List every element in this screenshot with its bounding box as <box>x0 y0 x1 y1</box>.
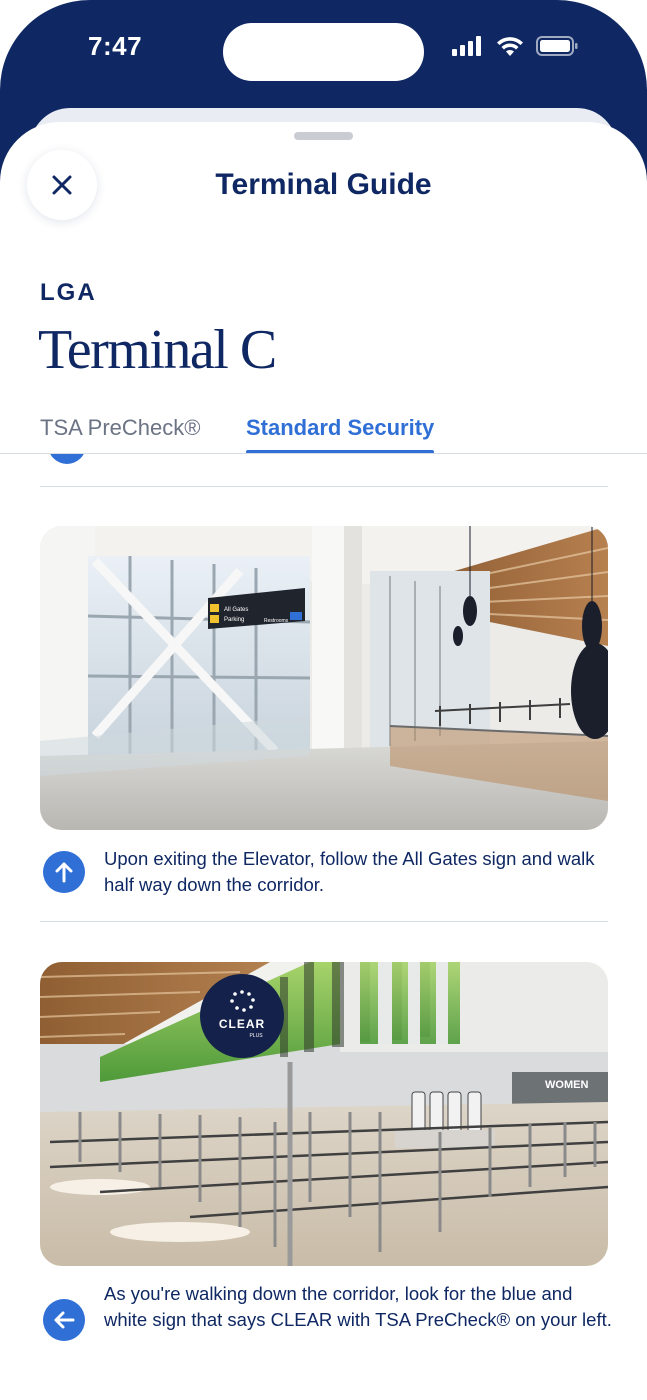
arrow-up-icon <box>55 862 73 883</box>
sign-all-gates: All Gates <box>224 607 248 613</box>
clear-sign-label: CLEAR <box>219 1017 265 1031</box>
terminal-name: Terminal C <box>38 319 277 381</box>
airport-code: LGA <box>40 279 97 306</box>
tab-standard-security[interactable]: Standard Security <box>246 415 434 441</box>
step-divider <box>40 921 608 922</box>
previous-step-clipped <box>44 454 604 468</box>
arrow-left-icon <box>54 1311 75 1329</box>
step-instruction-text: As you're walking down the corridor, loo… <box>104 1283 612 1330</box>
page-title: Terminal Guide <box>215 168 432 201</box>
restroom-sign: WOMEN <box>545 1079 588 1091</box>
status-bar: 7:47 <box>0 0 647 100</box>
clear-sign-sub: PLUS <box>249 1033 263 1039</box>
battery-icon <box>536 36 578 56</box>
dynamic-island <box>223 23 424 81</box>
step-instruction-text: Upon exiting the Elevator, follow the Al… <box>104 848 595 895</box>
step-photo-elevator-exit: All Gates Parking Restrooms <box>40 526 608 830</box>
direction-step-icon <box>43 851 85 893</box>
step-divider <box>40 486 608 487</box>
terminal-guide-screen: 7:47 Terminal Guide LGA Terminal C TSA P… <box>0 0 647 1400</box>
direction-step-icon <box>43 1299 85 1341</box>
wifi-icon <box>497 36 523 56</box>
sign-restrooms: Restrooms <box>264 618 289 624</box>
tab-tsa-precheck[interactable]: TSA PreCheck® <box>40 415 201 441</box>
step-photo-clear-corridor: WOMEN CLEAR PLUS <box>40 962 608 1266</box>
status-time: 7:47 <box>88 31 143 61</box>
status-icons <box>452 34 578 58</box>
previous-step-icon <box>48 454 86 464</box>
sheet-grabber[interactable] <box>294 132 353 140</box>
security-tabs: TSA PreCheck® Standard Security <box>0 412 647 454</box>
sign-parking: Parking <box>224 617 244 623</box>
cellular-signal-icon <box>452 36 481 56</box>
